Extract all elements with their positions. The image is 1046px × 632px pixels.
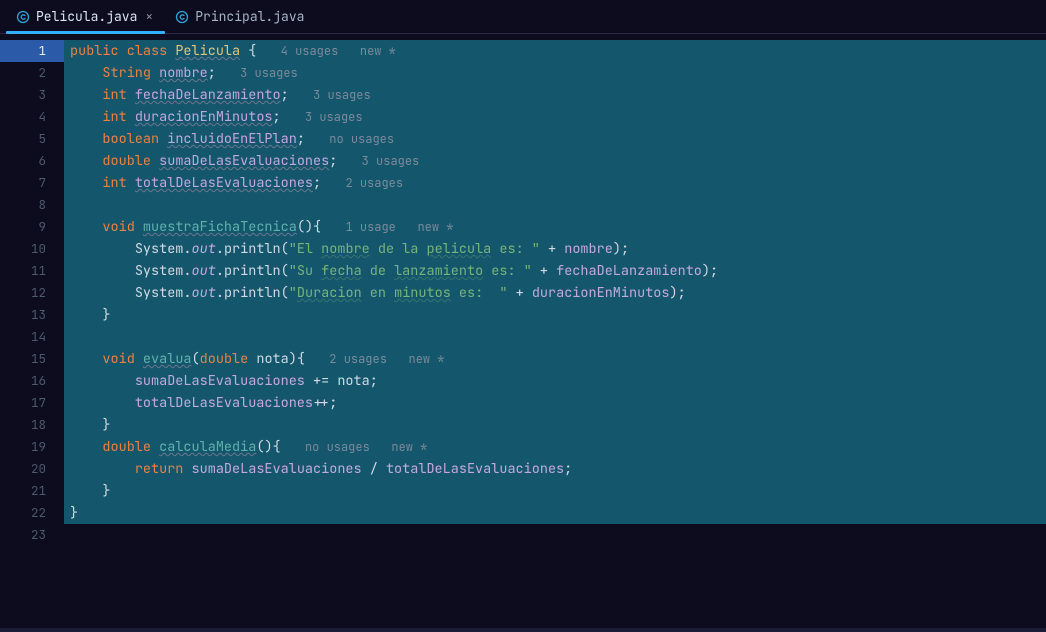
code-line[interactable] <box>64 326 1046 348</box>
line-number[interactable]: 17 <box>0 392 64 414</box>
line-number[interactable]: 12 <box>0 282 64 304</box>
line-number[interactable]: 15 <box>0 348 64 370</box>
usage-hint: 3 usages <box>240 65 298 81</box>
code-line[interactable]: System.out.println("Duracion en minutos … <box>64 282 1046 304</box>
usage-hint: 3 usages <box>362 153 420 169</box>
line-number[interactable]: 11 <box>0 260 64 282</box>
code-line[interactable] <box>64 524 1046 546</box>
line-number[interactable]: 22 <box>0 502 64 524</box>
java-class-icon <box>16 10 30 24</box>
line-gutter: 1 2 3 4 5 6 7 8 9 10 11 12 13 14 15 16 1… <box>0 34 64 628</box>
line-number[interactable]: 2 <box>0 62 64 84</box>
code-line[interactable]: boolean incluidoEnElPlan; no usages <box>64 128 1046 150</box>
usage-hint: 4 usages new * <box>281 43 396 59</box>
code-line[interactable]: } <box>64 480 1046 502</box>
code-area[interactable]: public class Pelicula { 4 usages new * S… <box>64 34 1046 628</box>
usage-hint: 1 usage new * <box>345 219 453 235</box>
line-number[interactable]: 1 <box>0 40 64 62</box>
code-line[interactable]: } <box>64 502 1046 524</box>
line-number[interactable]: 13 <box>0 304 64 326</box>
code-line[interactable]: void muestraFichaTecnica(){ 1 usage new … <box>64 216 1046 238</box>
code-line[interactable]: System.out.println("Su fecha de lanzamie… <box>64 260 1046 282</box>
tab-label: Pelicula.java <box>36 8 137 25</box>
line-number[interactable]: 16 <box>0 370 64 392</box>
code-line[interactable]: sumaDeLasEvaluaciones += nota; <box>64 370 1046 392</box>
code-line[interactable]: int fechaDeLanzamiento; 3 usages <box>64 84 1046 106</box>
code-line[interactable]: } <box>64 414 1046 436</box>
code-line[interactable]: public class Pelicula { 4 usages new * <box>64 40 1046 62</box>
tab-label: Principal.java <box>195 8 304 25</box>
code-line[interactable]: double calculaMedia(){ no usages new * <box>64 436 1046 458</box>
code-line[interactable]: return sumaDeLasEvaluaciones / totalDeLa… <box>64 458 1046 480</box>
line-number[interactable]: 18 <box>0 414 64 436</box>
line-number[interactable]: 19 <box>0 436 64 458</box>
line-number[interactable]: 20 <box>0 458 64 480</box>
usage-hint: no usages <box>329 131 394 147</box>
tab-bar: Pelicula.java × Principal.java <box>0 0 1046 34</box>
line-number[interactable]: 21 <box>0 480 64 502</box>
line-number[interactable]: 14 <box>0 326 64 348</box>
line-number[interactable]: 10 <box>0 238 64 260</box>
code-line[interactable]: void evalua(double nota){ 2 usages new * <box>64 348 1046 370</box>
java-class-icon <box>175 10 189 24</box>
status-divider <box>0 628 1046 632</box>
line-number[interactable]: 4 <box>0 106 64 128</box>
usage-hint: 3 usages <box>305 109 363 125</box>
usage-hint: 3 usages <box>313 87 371 103</box>
code-line[interactable]: totalDeLasEvaluaciones++; <box>64 392 1046 414</box>
line-number[interactable]: 9 <box>0 216 64 238</box>
code-line[interactable]: System.out.println("El nombre de la peli… <box>64 238 1046 260</box>
tab-principal[interactable]: Principal.java <box>165 0 316 33</box>
code-line[interactable]: int duracionEnMinutos; 3 usages <box>64 106 1046 128</box>
code-line[interactable]: double sumaDeLasEvaluaciones; 3 usages <box>64 150 1046 172</box>
line-number[interactable]: 7 <box>0 172 64 194</box>
code-line[interactable]: int totalDeLasEvaluaciones; 2 usages <box>64 172 1046 194</box>
line-number[interactable]: 5 <box>0 128 64 150</box>
line-number[interactable]: 8 <box>0 194 64 216</box>
code-line[interactable]: String nombre; 3 usages <box>64 62 1046 84</box>
tab-pelicula[interactable]: Pelicula.java × <box>6 0 165 33</box>
usage-hint: 2 usages <box>345 175 403 191</box>
close-icon[interactable]: × <box>145 10 153 23</box>
code-line[interactable]: } <box>64 304 1046 326</box>
line-number[interactable]: 3 <box>0 84 64 106</box>
line-number[interactable]: 6 <box>0 150 64 172</box>
code-editor[interactable]: 1 2 3 4 5 6 7 8 9 10 11 12 13 14 15 16 1… <box>0 34 1046 628</box>
usage-hint: 2 usages new * <box>329 351 444 367</box>
line-number[interactable]: 23 <box>0 524 64 546</box>
code-line[interactable] <box>64 194 1046 216</box>
usage-hint: no usages new * <box>305 439 427 455</box>
